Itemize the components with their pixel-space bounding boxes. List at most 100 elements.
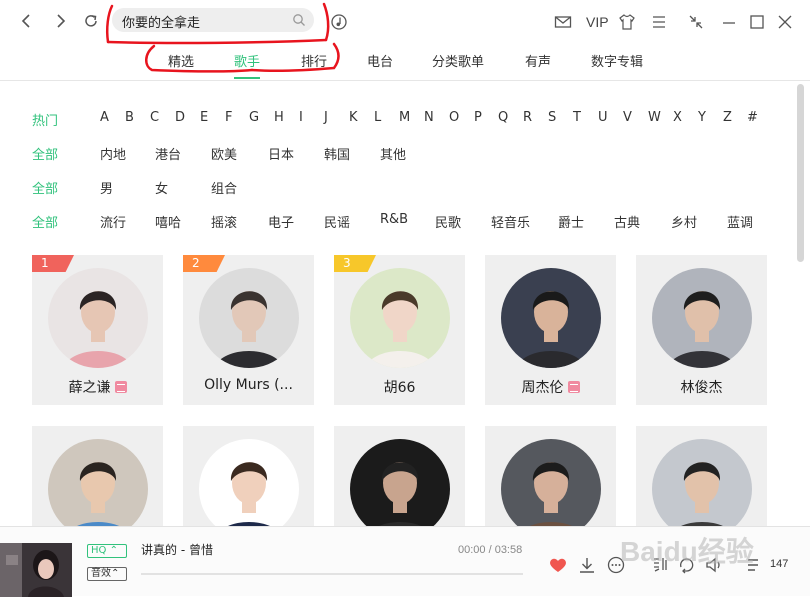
region-filter-2[interactable]: 欧美 bbox=[211, 144, 237, 163]
letter-filter-19[interactable]: T bbox=[573, 110, 581, 125]
scrollbar[interactable] bbox=[797, 84, 804, 262]
letter-filter-18[interactable]: S bbox=[548, 110, 556, 125]
tab-digital-album[interactable]: 数字专辑 bbox=[591, 51, 643, 70]
lyrics-icon[interactable] bbox=[650, 555, 670, 575]
letter-filter-15[interactable]: P bbox=[474, 110, 482, 125]
back-icon[interactable] bbox=[17, 11, 37, 31]
vip-button[interactable]: VIP bbox=[586, 14, 609, 30]
letter-filter-24[interactable]: Y bbox=[698, 110, 706, 125]
singer-card[interactable]: 2 Olly Murs (... bbox=[183, 255, 314, 405]
playlist-icon[interactable] bbox=[745, 555, 765, 575]
mini-mode-icon[interactable] bbox=[687, 12, 705, 32]
filter-label-all-region[interactable]: 全部 bbox=[32, 144, 58, 163]
loop-icon[interactable] bbox=[677, 555, 697, 575]
skin-icon[interactable] bbox=[618, 12, 636, 32]
letter-filter-0[interactable]: A bbox=[100, 110, 109, 125]
download-icon[interactable] bbox=[577, 555, 597, 575]
album-cover[interactable] bbox=[0, 543, 72, 597]
minimize-icon[interactable] bbox=[720, 12, 738, 32]
letter-filter-5[interactable]: F bbox=[225, 110, 232, 125]
heart-icon[interactable] bbox=[548, 555, 568, 575]
singer-avatar[interactable] bbox=[652, 439, 752, 539]
gender-filter-0[interactable]: 男 bbox=[100, 178, 113, 197]
genre-filter-6[interactable]: 民歌 bbox=[435, 212, 461, 231]
genre-filter-11[interactable]: 蓝调 bbox=[727, 212, 753, 231]
region-filter-1[interactable]: 港台 bbox=[155, 144, 181, 163]
gender-filter-2[interactable]: 组合 bbox=[211, 178, 237, 197]
genre-filter-4[interactable]: 民谣 bbox=[324, 212, 350, 231]
letter-filter-9[interactable]: J bbox=[324, 110, 328, 125]
genre-filter-3[interactable]: 电子 bbox=[268, 212, 294, 231]
singer-name[interactable]: Olly Murs (... bbox=[183, 377, 314, 393]
letter-filter-25[interactable]: Z bbox=[723, 110, 732, 125]
letter-filter-8[interactable]: I bbox=[299, 110, 303, 125]
genre-filter-5[interactable]: R&B bbox=[380, 212, 408, 227]
genre-filter-7[interactable]: 轻音乐 bbox=[491, 212, 530, 231]
genre-filter-10[interactable]: 乡村 bbox=[671, 212, 697, 231]
singer-avatar[interactable] bbox=[350, 439, 450, 539]
search-box[interactable]: 你要的全拿走 bbox=[112, 8, 314, 32]
filter-label-all-gender[interactable]: 全部 bbox=[32, 178, 58, 197]
tab-radio[interactable]: 电台 bbox=[367, 51, 393, 70]
singer-card[interactable]: 1 薛之谦 bbox=[32, 255, 163, 405]
singer-name[interactable]: 薛之谦 bbox=[32, 377, 163, 397]
more-icon[interactable] bbox=[606, 555, 626, 575]
singer-name[interactable]: 周杰伦 bbox=[485, 377, 616, 397]
genre-filter-8[interactable]: 爵士 bbox=[558, 212, 584, 231]
tab-singers[interactable]: 歌手 bbox=[234, 51, 260, 70]
gender-filter-1[interactable]: 女 bbox=[155, 178, 168, 197]
search-icon[interactable] bbox=[292, 13, 306, 27]
song-title[interactable]: 讲真的 - 曾惜 bbox=[141, 541, 213, 558]
singer-avatar[interactable] bbox=[501, 268, 601, 368]
singer-avatar[interactable] bbox=[48, 439, 148, 539]
mail-icon[interactable] bbox=[554, 12, 572, 32]
singer-avatar[interactable] bbox=[501, 439, 601, 539]
singer-avatar[interactable] bbox=[350, 268, 450, 368]
genre-filter-0[interactable]: 流行 bbox=[100, 212, 126, 231]
volume-icon[interactable] bbox=[704, 555, 724, 575]
singer-name[interactable]: 林俊杰 bbox=[636, 377, 767, 397]
tab-featured[interactable]: 精选 bbox=[168, 51, 194, 70]
singer-card[interactable]: 林俊杰 bbox=[636, 255, 767, 405]
letter-filter-2[interactable]: C bbox=[150, 110, 159, 125]
letter-filter-26[interactable]: # bbox=[747, 110, 758, 125]
letter-filter-7[interactable]: H bbox=[274, 110, 284, 125]
letter-filter-11[interactable]: L bbox=[374, 110, 381, 125]
quality-button[interactable]: HQ ⌃ bbox=[87, 544, 127, 558]
region-filter-0[interactable]: 内地 bbox=[100, 144, 126, 163]
region-filter-5[interactable]: 其他 bbox=[380, 144, 406, 163]
letter-filter-17[interactable]: R bbox=[523, 110, 532, 125]
singer-avatar[interactable] bbox=[48, 268, 148, 368]
singer-avatar[interactable] bbox=[652, 268, 752, 368]
singer-card[interactable]: 3 胡66 bbox=[334, 255, 465, 405]
letter-filter-16[interactable]: Q bbox=[498, 110, 508, 125]
letter-filter-14[interactable]: O bbox=[449, 110, 459, 125]
refresh-icon[interactable] bbox=[81, 11, 101, 31]
letter-filter-20[interactable]: U bbox=[598, 110, 608, 125]
letter-filter-12[interactable]: M bbox=[399, 110, 410, 125]
genre-filter-1[interactable]: 嘻哈 bbox=[155, 212, 181, 231]
tab-playlists[interactable]: 分类歌单 bbox=[432, 51, 484, 70]
maximize-icon[interactable] bbox=[748, 12, 766, 32]
singer-avatar[interactable] bbox=[199, 268, 299, 368]
tab-audio[interactable]: 有声 bbox=[525, 51, 551, 70]
letter-filter-3[interactable]: D bbox=[175, 110, 185, 125]
letter-filter-23[interactable]: X bbox=[673, 110, 682, 125]
forward-icon[interactable] bbox=[50, 11, 70, 31]
filter-label-all-genre[interactable]: 全部 bbox=[32, 212, 58, 231]
singer-card[interactable]: 周杰伦 bbox=[485, 255, 616, 405]
letter-filter-13[interactable]: N bbox=[424, 110, 434, 125]
singer-avatar[interactable] bbox=[199, 439, 299, 539]
letter-filter-21[interactable]: V bbox=[623, 110, 632, 125]
sound-effect-button[interactable]: 音效⌃ bbox=[87, 567, 127, 581]
progress-bar[interactable] bbox=[141, 573, 523, 575]
letter-filter-22[interactable]: W bbox=[648, 110, 661, 125]
tab-charts[interactable]: 排行 bbox=[301, 51, 327, 70]
menu-icon[interactable] bbox=[650, 12, 668, 32]
letter-filter-1[interactable]: B bbox=[125, 110, 134, 125]
singer-name[interactable]: 胡66 bbox=[334, 377, 465, 397]
genre-filter-2[interactable]: 摇滚 bbox=[211, 212, 237, 231]
close-icon[interactable] bbox=[776, 12, 794, 32]
genre-filter-9[interactable]: 古典 bbox=[614, 212, 640, 231]
music-recognize-icon[interactable] bbox=[330, 13, 348, 31]
